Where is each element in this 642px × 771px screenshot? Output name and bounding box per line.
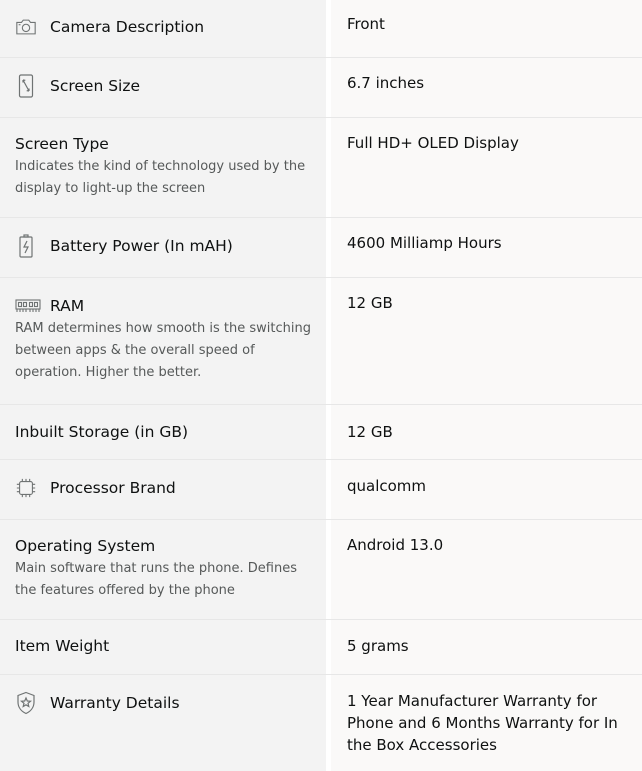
spec-value-cell: Full HD+ OLED Display: [331, 118, 642, 217]
camera-icon: [15, 16, 37, 38]
spec-value-cell: 1 Year Manufacturer Warranty for Phone a…: [331, 675, 642, 771]
spec-label-cell: Battery Power (In mAH): [0, 218, 326, 277]
spec-label: Operating System: [15, 537, 156, 555]
spec-label: RAM: [50, 297, 85, 315]
spec-label-cell: Camera Description: [0, 0, 326, 57]
spec-value: 12 GB: [347, 294, 393, 312]
spec-label-cell: RAM RAM determines how smooth is the swi…: [0, 278, 326, 404]
spec-value: 5 grams: [347, 637, 409, 655]
spec-label: Processor Brand: [50, 479, 176, 497]
spec-description: Main software that runs the phone. Defin…: [15, 561, 298, 598]
spec-label: Warranty Details: [50, 694, 180, 712]
spec-label-cell: Processor Brand: [0, 460, 326, 519]
spec-value-cell: Front: [331, 0, 642, 57]
spec-label-cell: Item Weight: [0, 620, 326, 674]
spec-row-os: Operating System Main software that runs…: [0, 520, 642, 620]
spec-label: Item Weight: [15, 637, 110, 655]
spec-row-processor: Processor Brand qualcomm: [0, 460, 642, 520]
spec-value-cell: 4600 Milliamp Hours: [331, 218, 642, 277]
product-spec-table: Camera Description Front Screen Size 6.7…: [0, 0, 642, 771]
spec-value-cell: 5 grams: [331, 620, 642, 674]
spec-value: Android 13.0: [347, 536, 444, 554]
spec-value-cell: Android 13.0: [331, 520, 642, 619]
spec-label-cell: Operating System Main software that runs…: [0, 520, 326, 619]
spec-row-screen-type: Screen Type Indicates the kind of techno…: [0, 118, 642, 218]
warranty-icon: [15, 691, 37, 715]
spec-value-cell: 12 GB: [331, 405, 642, 459]
spec-description: Indicates the kind of technology used by…: [15, 159, 306, 196]
spec-label-cell: Inbuilt Storage (in GB): [0, 405, 326, 459]
spec-value: Full HD+ OLED Display: [347, 134, 519, 152]
spec-label: Camera Description: [50, 18, 205, 36]
spec-label: Screen Size: [50, 77, 141, 95]
spec-row-screen-size: Screen Size 6.7 inches: [0, 58, 642, 118]
spec-label: Inbuilt Storage (in GB): [15, 423, 189, 441]
spec-value-cell: qualcomm: [331, 460, 642, 519]
spec-label: Screen Type: [15, 135, 109, 153]
spec-row-battery: Battery Power (In mAH) 4600 Milliamp Hou…: [0, 218, 642, 278]
ram-icon: [15, 295, 41, 317]
battery-icon: [15, 234, 37, 258]
spec-value-cell: 6.7 inches: [331, 58, 642, 117]
spec-row-warranty: Warranty Details 1 Year Manufacturer War…: [0, 675, 642, 771]
spec-label-cell: Warranty Details: [0, 675, 326, 771]
spec-value: Front: [347, 15, 385, 33]
screen-size-icon: [15, 74, 37, 98]
spec-label: Battery Power (In mAH): [50, 237, 233, 255]
spec-row-ram: RAM RAM determines how smooth is the swi…: [0, 278, 642, 405]
spec-value: 4600 Milliamp Hours: [347, 234, 502, 252]
spec-row-storage: Inbuilt Storage (in GB) 12 GB: [0, 405, 642, 460]
spec-value: 12 GB: [347, 423, 393, 441]
spec-label-cell: Screen Size: [0, 58, 326, 117]
spec-value: 1 Year Manufacturer Warranty for Phone a…: [347, 692, 618, 754]
spec-description: RAM determines how smooth is the switchi…: [15, 321, 311, 380]
spec-value-cell: 12 GB: [331, 278, 642, 404]
spec-row-camera: Camera Description Front: [0, 0, 642, 58]
processor-icon: [15, 477, 37, 499]
spec-value: 6.7 inches: [347, 74, 425, 92]
spec-value: qualcomm: [347, 477, 427, 495]
spec-label-cell: Screen Type Indicates the kind of techno…: [0, 118, 326, 217]
spec-row-weight: Item Weight 5 grams: [0, 620, 642, 675]
